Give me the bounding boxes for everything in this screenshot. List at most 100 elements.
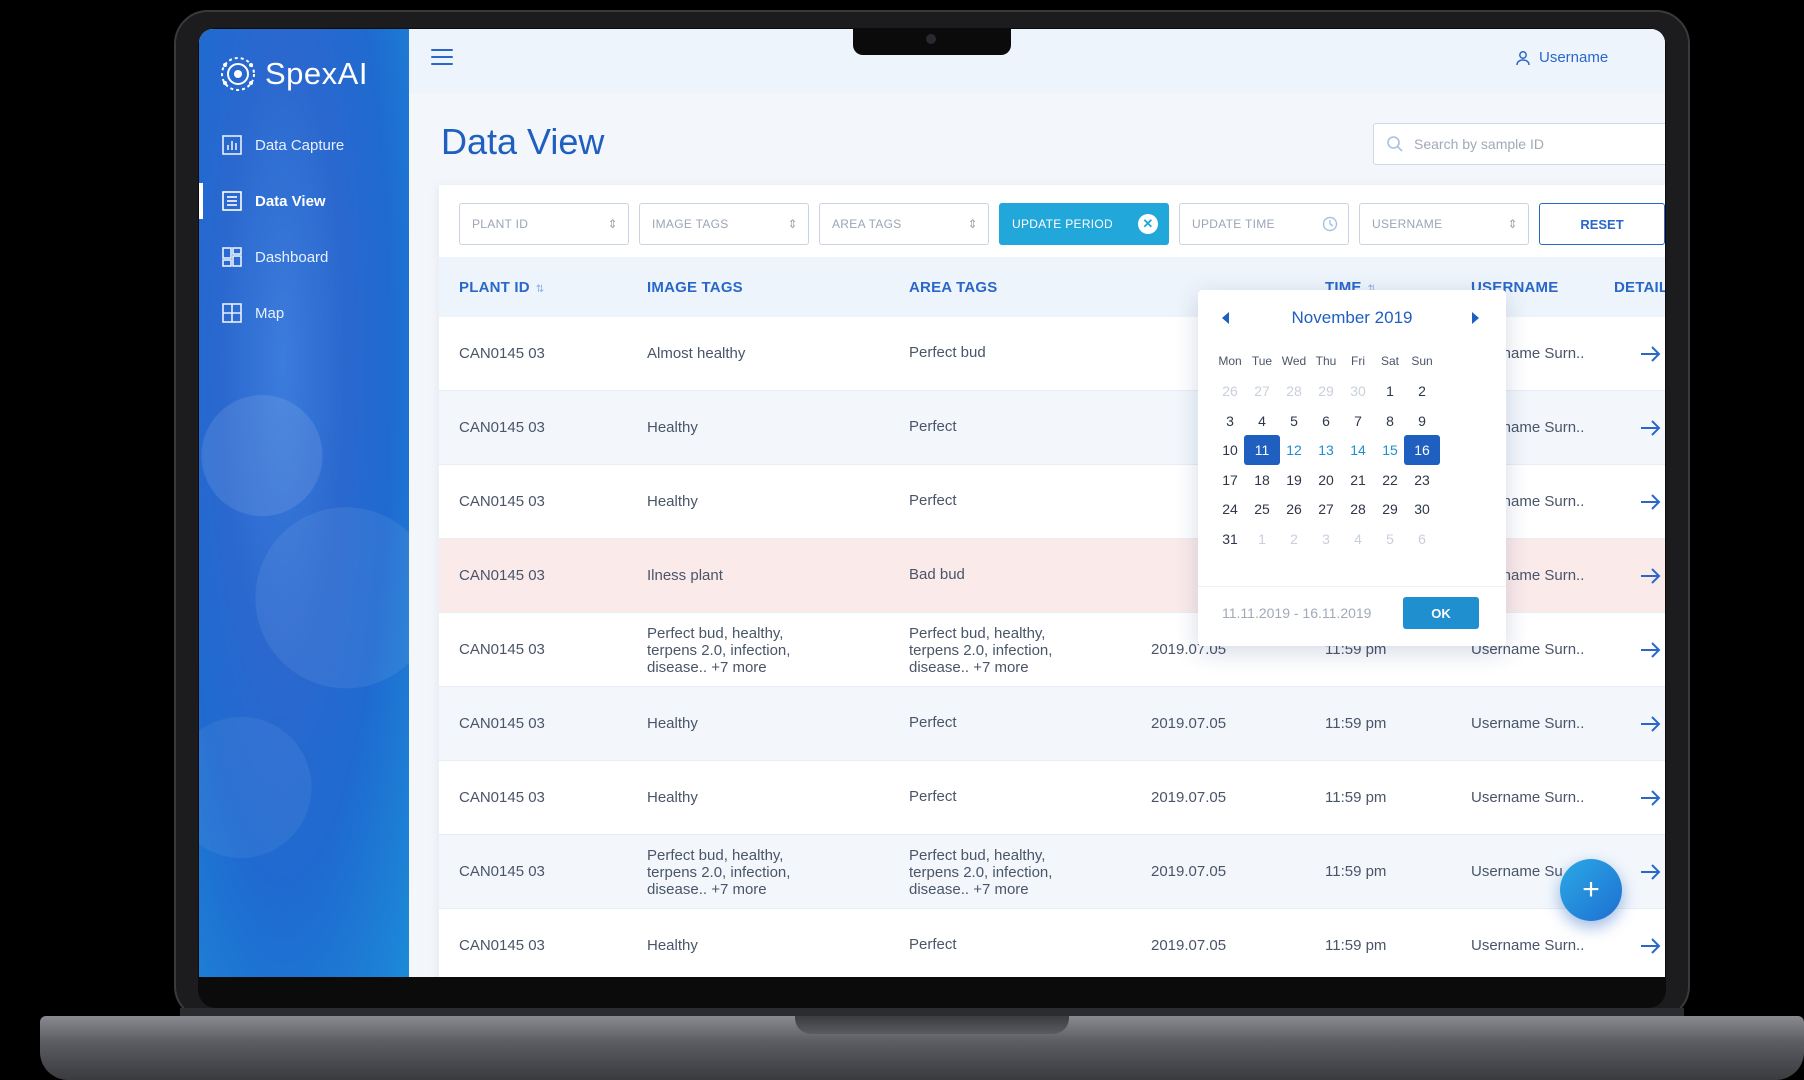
cell-area-tags: Bad bud [909,566,965,583]
calendar-day[interactable]: 20 [1308,465,1344,495]
calendar-day[interactable]: 9 [1404,406,1440,436]
filter-label: USERNAME [1372,217,1443,231]
search-input[interactable] [1414,136,1634,152]
update-time-filter[interactable]: UPDATE TIME [1179,203,1349,245]
calendar-day[interactable]: 21 [1340,465,1376,495]
calendar-day[interactable]: 16 [1404,435,1440,465]
details-arrow-icon[interactable] [1639,862,1663,882]
calendar-day[interactable]: 4 [1244,406,1280,436]
laptop-base-notch [795,1016,1069,1034]
calendar-day[interactable]: 18 [1244,465,1280,495]
sidebar-item-data-view[interactable]: Data View [199,173,409,229]
hamburger-menu-icon[interactable] [431,49,453,67]
calendar-day[interactable]: 5 [1276,406,1312,436]
calendar-day[interactable]: 29 [1372,494,1408,524]
table-row[interactable]: CAN0145 03 Perfect bud, healthy, terpens … [439,835,1665,909]
details-arrow-icon[interactable] [1639,788,1663,808]
calendar-day[interactable]: 27 [1244,376,1280,406]
calendar-day[interactable]: 24 [1212,494,1248,524]
calendar-day[interactable]: 2 [1404,376,1440,406]
details-arrow-icon[interactable] [1639,566,1663,586]
column-header-plant-id[interactable]: PLANT ID ⇅ [459,279,544,296]
cell-image-tags: Perfect bud, healthy, terpens 2.0, infec… [647,847,791,898]
details-arrow-icon[interactable] [1639,344,1663,364]
table-row[interactable]: CAN0145 03 Healthy Perfect 2019.07.05 11:59 … [439,761,1665,835]
calendar-day[interactable]: 31 [1212,524,1248,554]
calendar-day[interactable]: 25 [1244,494,1280,524]
filter-bar: PLANT ID ⇕ IMAGE TAGS ⇕ AREA TAGS ⇕ UPDATE … [459,203,1665,245]
cell-username: Username Surn.. [1471,789,1585,806]
calendar-day[interactable]: 17 [1212,465,1248,495]
sort-arrows-icon: ⇕ [787,217,798,231]
clear-icon[interactable]: ✕ [1138,214,1158,234]
user-icon [1516,50,1530,65]
cell-time: 11:59 pm [1325,789,1387,806]
calendar-day[interactable]: 22 [1372,465,1408,495]
sidebar-item-data-capture[interactable]: Data Capture [199,117,409,173]
dashboard-icon [222,247,242,267]
table-row[interactable]: CAN0145 03 Healthy Perfect 2019.07.05 11:59 … [439,687,1665,761]
logo[interactable]: SpexAI [217,53,368,95]
calendar-day[interactable]: 4 [1340,524,1376,554]
area-tags-filter[interactable]: AREA TAGS ⇕ [819,203,989,245]
ok-button[interactable]: OK [1403,597,1479,629]
calendar-day[interactable]: 1 [1372,376,1408,406]
calendar-day[interactable]: 13 [1308,435,1344,465]
filter-label: IMAGE TAGS [652,217,729,231]
calendar-day[interactable]: 6 [1404,524,1440,554]
column-header-image-tags[interactable]: IMAGE TAGS [647,279,743,296]
add-button[interactable]: + [1560,859,1622,921]
table-row[interactable]: CAN0145 03 Healthy Perfect 2019.07.05 11:59 … [439,909,1665,977]
calendar-day[interactable]: 26 [1276,494,1312,524]
details-arrow-icon[interactable] [1639,640,1663,660]
details-arrow-icon[interactable] [1639,492,1663,512]
calendar-day[interactable]: 3 [1308,524,1344,554]
calendar-day[interactable]: 23 [1404,465,1440,495]
calendar-day[interactable]: 5 [1372,524,1408,554]
camera-icon [926,34,936,44]
cell-area-tags: Perfect [909,714,957,731]
calendar-header: November 2019 [1198,304,1506,334]
calendar-day[interactable]: 27 [1308,494,1344,524]
username-filter[interactable]: USERNAME ⇕ [1359,203,1529,245]
search-box[interactable] [1373,123,1665,165]
calendar-day[interactable]: 7 [1340,406,1376,436]
weekday-label: Tue [1251,354,1273,368]
calendar-day[interactable]: 30 [1404,494,1440,524]
reset-button[interactable]: RESET [1539,203,1665,245]
next-month-icon[interactable] [1472,312,1479,324]
weekday-label: Fri [1351,354,1365,368]
sidebar-item-map[interactable]: Map [199,285,409,341]
calendar-day[interactable]: 30 [1340,376,1376,406]
details-arrow-icon[interactable] [1639,936,1663,956]
calendar-day[interactable]: 15 [1372,435,1408,465]
cell-plant-id: CAN0145 03 [459,567,545,584]
cell-image-tags: Healthy [647,493,698,510]
filter-label: UPDATE TIME [1192,217,1275,231]
calendar-day[interactable]: 8 [1372,406,1408,436]
sidebar-item-dashboard[interactable]: Dashboard [199,229,409,285]
calendar-day[interactable]: 12 [1276,435,1312,465]
calendar-day[interactable]: 19 [1276,465,1312,495]
details-arrow-icon[interactable] [1639,418,1663,438]
details-arrow-icon[interactable] [1639,714,1663,734]
calendar-day[interactable]: 6 [1308,406,1344,436]
calendar-day[interactable]: 1 [1244,524,1280,554]
calendar-day[interactable]: 28 [1340,494,1376,524]
plant-id-filter[interactable]: PLANT ID ⇕ [459,203,629,245]
page-title: Data View [441,121,605,162]
calendar-day[interactable]: 2 [1276,524,1312,554]
update-period-filter[interactable]: UPDATE PERIOD ✕ [999,203,1169,245]
calendar-day[interactable]: 11 [1244,435,1280,465]
calendar-day[interactable]: 29 [1308,376,1344,406]
column-header-details[interactable]: DETAILS [1614,279,1665,296]
calendar-day[interactable]: 28 [1276,376,1312,406]
calendar-day[interactable]: 3 [1212,406,1248,436]
calendar-day[interactable]: 26 [1212,376,1248,406]
user-menu[interactable]: Username [1515,49,1608,66]
column-header-area-tags[interactable]: AREA TAGS [909,279,997,296]
cell-image-tags: Healthy [647,937,698,954]
calendar-day[interactable]: 14 [1340,435,1376,465]
image-tags-filter[interactable]: IMAGE TAGS ⇕ [639,203,809,245]
calendar-day[interactable]: 10 [1212,435,1248,465]
